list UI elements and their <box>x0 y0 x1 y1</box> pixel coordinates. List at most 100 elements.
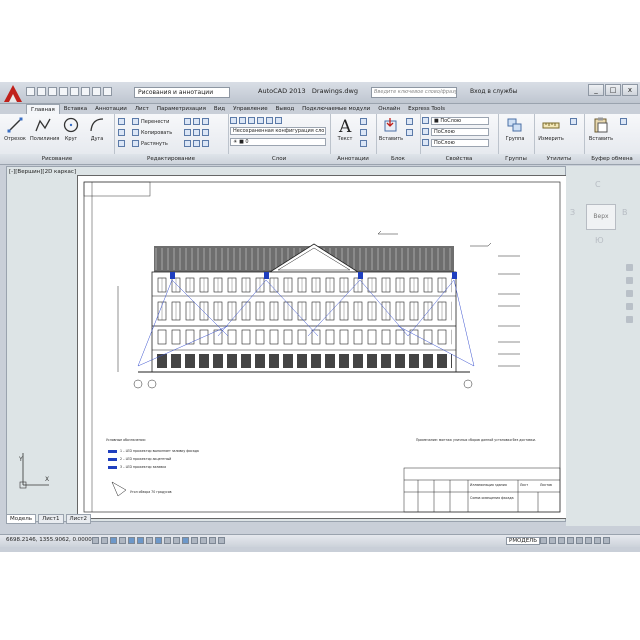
panel-draw-title[interactable]: Рисование <box>0 154 114 164</box>
tab-model[interactable]: Модель <box>6 513 37 524</box>
tab-parametric[interactable]: Параметризация <box>153 104 210 114</box>
paste-tool[interactable]: Вставить <box>588 116 614 142</box>
circle-tool[interactable]: Круг <box>58 116 84 142</box>
calculator-icon[interactable] <box>570 118 577 125</box>
lineweight-icon[interactable] <box>422 128 429 135</box>
panel-annotation-title[interactable]: Аннотации <box>330 154 376 164</box>
search-input[interactable]: Введите ключевое слово/фразу <box>371 87 457 98</box>
color-select[interactable]: ■ ПоСлою <box>431 116 489 125</box>
workspace-switch-icon[interactable] <box>567 537 574 544</box>
measure-tool[interactable]: Измерить <box>538 116 564 142</box>
new-file-icon[interactable] <box>26 87 35 96</box>
panel-groups-title[interactable]: Группы <box>498 154 534 164</box>
annotation-monitor-toggle[interactable] <box>218 537 225 544</box>
mirror-icon[interactable] <box>118 129 125 136</box>
dyn-toggle[interactable] <box>173 537 180 544</box>
panel-block-title[interactable]: Блок <box>376 154 420 164</box>
clean-screen-icon[interactable] <box>603 537 610 544</box>
isolate-objects-icon[interactable] <box>594 537 601 544</box>
scale-icon[interactable] <box>118 140 125 147</box>
hardware-acceleration-icon[interactable] <box>585 537 592 544</box>
3d-osnap-toggle[interactable] <box>146 537 153 544</box>
layer-isolate-icon[interactable] <box>266 117 273 124</box>
tab-sheet1[interactable]: Лист1 <box>38 513 64 524</box>
copy-tool[interactable]: Копировать <box>132 128 172 137</box>
redo-icon[interactable] <box>92 87 101 96</box>
tab-sheet2[interactable]: Лист2 <box>65 513 91 524</box>
ducs-toggle[interactable] <box>164 537 171 544</box>
lineweight-select[interactable]: ПоСлою <box>431 127 489 136</box>
panel-layers-title[interactable]: Слои <box>228 154 330 164</box>
viewport-controls[interactable]: [-][Вершин][2D каркас] <box>9 169 76 175</box>
viewcube-top[interactable]: Верх <box>586 204 616 230</box>
stretch-tool[interactable]: Растянуть <box>132 139 168 148</box>
viewcube-north[interactable]: С <box>595 180 601 189</box>
tab-express-tools[interactable]: Express Tools <box>404 104 449 114</box>
table-icon[interactable] <box>360 140 367 147</box>
lock-icon[interactable] <box>576 537 583 544</box>
text-tool[interactable]: A Текст <box>332 116 358 142</box>
linetype-icon[interactable] <box>422 139 429 146</box>
break-icon[interactable] <box>193 140 200 147</box>
workspace-selector[interactable]: Рисования и аннотации <box>134 87 230 98</box>
explode-icon[interactable] <box>193 129 200 136</box>
tab-home[interactable]: Главная <box>26 104 60 114</box>
panel-modify-title[interactable]: Редактирование <box>114 154 228 164</box>
showmotion-icon[interactable] <box>626 316 633 323</box>
fillet-icon[interactable] <box>184 118 191 125</box>
viewcube-west[interactable]: З <box>570 208 575 217</box>
layer-properties-icon[interactable] <box>230 117 237 124</box>
panel-utilities-title[interactable]: Утилиты <box>534 154 584 164</box>
tab-annotate[interactable]: Аннотации <box>91 104 131 114</box>
infer-constraints-toggle[interactable] <box>92 537 99 544</box>
quick-properties-toggle[interactable] <box>200 537 207 544</box>
otrack-toggle[interactable] <box>155 537 162 544</box>
edit-block-icon[interactable] <box>406 129 413 136</box>
orbit-icon[interactable] <box>626 303 633 310</box>
save-as-icon[interactable] <box>59 87 68 96</box>
panel-properties-title[interactable]: Свойства <box>420 154 498 164</box>
print-icon[interactable] <box>70 87 79 96</box>
array-icon[interactable] <box>184 129 191 136</box>
tab-insert[interactable]: Вставка <box>60 104 91 114</box>
tab-plugins[interactable]: Подключаемые модули <box>298 104 374 114</box>
autocad-logo-icon[interactable] <box>2 83 24 103</box>
layer-match-icon[interactable] <box>275 117 282 124</box>
erase-icon[interactable] <box>202 118 209 125</box>
copy-clip-icon[interactable] <box>620 118 627 125</box>
viewcube-south[interactable]: Ю <box>595 236 604 245</box>
tab-layout[interactable]: Лист <box>131 104 153 114</box>
polyline-tool[interactable]: Полилиния <box>30 116 59 142</box>
selection-cycling-toggle[interactable] <box>209 537 216 544</box>
osnap-toggle[interactable] <box>137 537 144 544</box>
signin-button[interactable]: Вход в службы <box>470 88 517 95</box>
layer-lock-icon[interactable] <box>257 117 264 124</box>
steering-wheel-icon[interactable] <box>626 264 633 271</box>
pan-icon[interactable] <box>626 277 633 284</box>
leader-icon[interactable] <box>360 129 367 136</box>
tab-online[interactable]: Онлайн <box>374 104 404 114</box>
move-tool[interactable]: Перенести <box>132 117 169 126</box>
zoom-icon[interactable] <box>626 290 633 297</box>
arc-tool[interactable]: Дуга <box>84 116 110 142</box>
undo-icon[interactable] <box>81 87 90 96</box>
dropdown-arrow-icon[interactable] <box>103 87 112 96</box>
minimize-button[interactable]: _ <box>588 84 604 96</box>
create-block-icon[interactable] <box>406 118 413 125</box>
trim-icon[interactable] <box>193 118 200 125</box>
match-properties-icon[interactable] <box>422 117 429 124</box>
maximize-button[interactable]: □ <box>605 84 621 96</box>
close-button[interactable]: x <box>622 84 638 96</box>
offset-icon[interactable] <box>202 129 209 136</box>
quick-view-drawings-icon[interactable] <box>549 537 556 544</box>
quick-view-layouts-icon[interactable] <box>540 537 547 544</box>
chamfer-icon[interactable] <box>184 140 191 147</box>
tab-manage[interactable]: Управление <box>229 104 272 114</box>
tab-view[interactable]: Вид <box>210 104 229 114</box>
transparency-toggle[interactable] <box>191 537 198 544</box>
layer-off-icon[interactable] <box>239 117 246 124</box>
group-tool[interactable]: Группа <box>502 116 528 142</box>
current-layer-select[interactable]: ☀ ■ 0 <box>230 138 326 146</box>
viewcube-east[interactable]: В <box>622 208 628 217</box>
join-icon[interactable] <box>202 140 209 147</box>
